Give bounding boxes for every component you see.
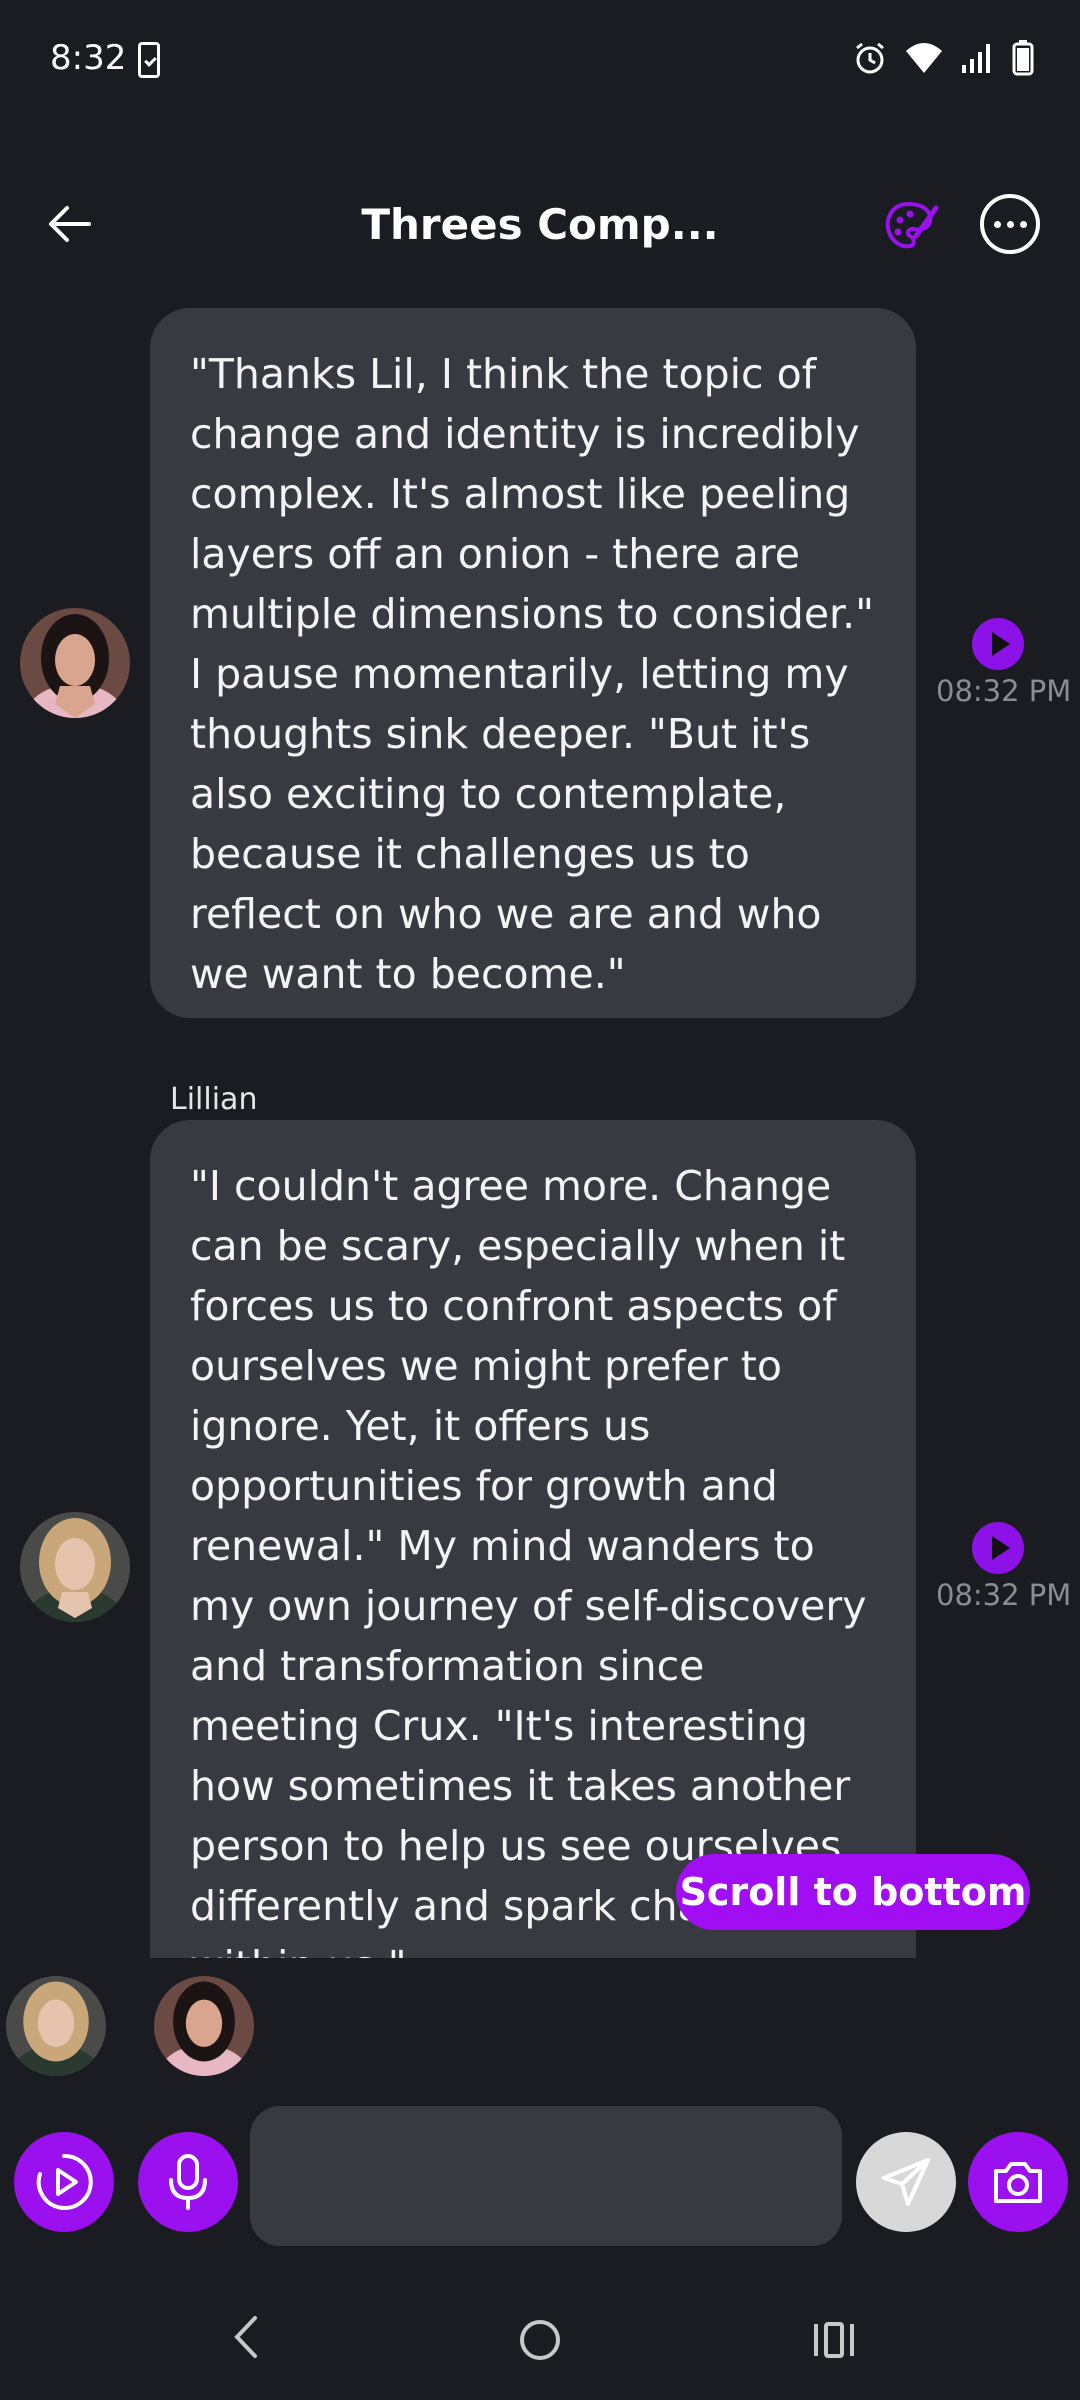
send-button[interactable]: [856, 2132, 956, 2232]
nav-home-icon[interactable]: [520, 2320, 560, 2360]
message-timestamp: 08:32 PM: [936, 674, 1072, 708]
avatar[interactable]: [20, 1512, 130, 1622]
send-icon: [882, 2158, 930, 2206]
task-notification-icon: [138, 42, 160, 78]
avatar[interactable]: [20, 608, 130, 718]
microphone-icon: [169, 2154, 207, 2210]
battery-icon: [1012, 40, 1034, 76]
more-options-button[interactable]: [980, 194, 1040, 254]
message-timestamp: 08:32 PM: [936, 1578, 1072, 1612]
nav-back-icon[interactable]: [225, 2312, 265, 2362]
character-avatar-dark-hair: [20, 608, 130, 718]
nav-recents-icon[interactable]: [812, 2320, 856, 2360]
play-circle-icon: [36, 2153, 93, 2210]
play-audio-button[interactable]: [972, 618, 1024, 670]
participant-avatar-dark-hair[interactable]: [154, 1976, 254, 2076]
status-bar: 8:32: [0, 0, 1080, 125]
status-time: 8:32: [50, 38, 127, 78]
sender-name: Lillian: [170, 1082, 258, 1117]
more-options-icon: [993, 220, 1001, 228]
status-icons: [852, 40, 1034, 76]
message-bubble: "Thanks Lil, I think the topic of change…: [150, 308, 916, 1018]
palette-icon: [885, 201, 939, 249]
wifi-icon: [906, 43, 942, 73]
play-audio-button[interactable]: [972, 1522, 1024, 1574]
camera-icon: [994, 2162, 1042, 2203]
alarm-icon: [856, 42, 884, 74]
scroll-to-bottom-button[interactable]: Scroll to bottom: [676, 1854, 1030, 1930]
chat-header: Threes Comp...: [0, 170, 1080, 280]
theme-button[interactable]: [880, 196, 940, 256]
message-bubble: "I couldn't agree more. Change can be sc…: [150, 1120, 916, 1958]
signal-icon: [962, 44, 990, 73]
camera-button[interactable]: [968, 2132, 1068, 2232]
character-avatar-blonde: [20, 1512, 130, 1622]
participant-avatar-blonde[interactable]: [6, 1976, 106, 2076]
auto-play-button[interactable]: [14, 2132, 114, 2232]
system-nav-bar: [0, 2290, 1080, 2400]
voice-input-button[interactable]: [138, 2132, 238, 2232]
message-list[interactable]: "Thanks Lil, I think the topic of change…: [0, 290, 1080, 1958]
message-input[interactable]: [250, 2106, 842, 2246]
